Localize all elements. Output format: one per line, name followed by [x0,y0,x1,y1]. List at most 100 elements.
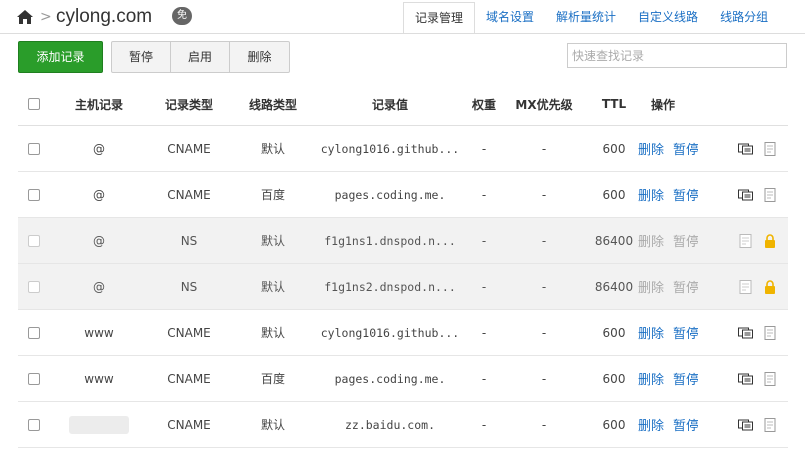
column-header-value: 记录值 [371,97,408,112]
line-cell: 默认 [260,234,285,248]
row-checkbox[interactable] [28,234,40,247]
row-delete-link[interactable]: 删除 [638,139,664,158]
host-cell: @ [93,187,105,202]
actions-cell: 删除 暂停 [638,402,698,447]
row-select-cell [18,402,50,447]
weight-cell: - [481,233,487,248]
note-icon[interactable] [762,325,778,340]
table-row: @ CNAME 百度 pages.coding.me. - - 600 删除 暂停 [18,172,788,218]
row-delete-link[interactable]: 删除 [638,323,664,342]
mx-cell: - [541,233,547,248]
row-pause-link[interactable]: 暂停 [673,185,698,204]
table-row: www CNAME 百度 pages.coding.me. - - 600 删除 暂停 [18,356,788,402]
tab-custom-lines[interactable]: 自定义线路 [627,2,709,34]
row-checkbox[interactable] [28,280,40,293]
row-checkbox[interactable] [28,418,40,431]
select-all-cell [18,83,50,125]
row-icons-cell [738,310,788,355]
actions-cell: 删除 暂停 [638,126,698,171]
free-badge: 免 [172,7,192,25]
ttl-cell: 600 [602,371,626,386]
value-cell: f1g1ns1.dnspod.n... [324,233,456,248]
column-header-mx: MX优先级 [515,97,573,112]
comment-icon[interactable] [738,372,754,386]
tab-divider [0,33,805,34]
comment-icon[interactable] [738,188,754,202]
comment-icon[interactable] [738,326,754,340]
table-header: 主机记录 记录类型 线路类型 记录值 权重 MX优先级 TTL 操作 [18,83,788,126]
type-cell: NS [180,233,198,248]
row-checkbox[interactable] [28,142,40,155]
row-delete-link[interactable]: 删除 [638,231,664,250]
tab-domain-settings[interactable]: 域名设置 [475,2,545,34]
tab-line-groups[interactable]: 线路分组 [709,2,779,34]
tab-query-statistics[interactable]: 解析量统计 [545,2,627,34]
row-pause-link[interactable]: 暂停 [673,139,698,158]
home-icon[interactable] [16,9,34,25]
value-cell: pages.coding.me. [334,187,446,202]
type-cell: NS [180,279,198,294]
row-checkbox[interactable] [28,188,40,201]
search-input[interactable] [567,43,787,68]
batch-action-group: 暂停 启用 删除 [111,41,290,73]
delete-button[interactable]: 删除 [230,42,289,72]
comment-icon[interactable] [738,418,754,432]
line-cell: 默认 [260,418,285,432]
note-icon[interactable] [762,417,778,432]
comment-icon[interactable] [738,142,754,156]
type-cell: CNAME [167,141,211,156]
table-row: @ CNAME 默认 cylong1016.github... - - 600 删除 暂停 [18,126,788,172]
column-header-host: 主机记录 [74,97,123,112]
row-checkbox[interactable] [28,326,40,339]
mx-cell: - [541,279,547,294]
row-pause-link[interactable]: 暂停 [673,323,698,342]
actions-cell: 删除 暂停 [638,264,698,309]
column-header-line: 线路类型 [248,97,297,112]
ttl-cell: 600 [602,187,626,202]
value-cell: pages.coding.me. [334,371,446,386]
row-icons-cell [738,402,788,447]
type-cell: CNAME [167,187,211,202]
select-all-checkbox[interactable] [28,98,40,110]
mx-cell: - [541,417,547,432]
row-icons-cell [738,172,788,217]
mx-cell: - [541,141,547,156]
line-cell: 百度 [260,372,285,386]
add-record-button[interactable]: 添加记录 [18,41,103,73]
note-icon[interactable] [762,187,778,202]
mx-cell: - [541,371,547,386]
row-checkbox[interactable] [28,372,40,385]
column-header-weight: 权重 [471,97,496,112]
row-icons-cell [738,126,788,171]
row-delete-link[interactable]: 删除 [638,415,664,434]
table-body: @ CNAME 默认 cylong1016.github... - -600 删除 暂停 @ CN… [18,126,788,448]
actions-cell: 删除 暂停 [638,172,698,217]
enable-button[interactable]: 启用 [171,42,230,72]
ttl-cell: 86400 [594,279,634,294]
type-cell: CNAME [167,325,211,340]
tab-record-management[interactable]: 记录管理 [403,2,476,34]
row-delete-link[interactable]: 删除 [638,369,664,388]
row-select-cell [18,264,50,309]
row-pause-link[interactable]: 暂停 [673,369,698,388]
row-select-cell [18,218,50,263]
row-pause-link[interactable]: 暂停 [673,277,698,296]
actions-cell: 删除 暂停 [638,218,698,263]
actions-cell: 删除 暂停 [638,310,698,355]
table-row: @ NS 默认 f1g1ns1.dnspod.n... - - 86400 删除 暂停 [18,218,788,264]
note-icon[interactable] [762,371,778,386]
weight-cell: - [481,371,487,386]
row-icons-cell [738,356,788,401]
note-icon[interactable] [762,141,778,156]
ttl-cell: 600 [602,417,626,432]
row-pause-link[interactable]: 暂停 [673,231,698,250]
note-icon[interactable] [738,279,754,294]
ttl-cell: 86400 [594,233,634,248]
note-icon[interactable] [738,233,754,248]
row-delete-link[interactable]: 删除 [638,185,664,204]
pause-button[interactable]: 暂停 [112,42,171,72]
type-cell: CNAME [167,417,211,432]
line-cell: 默认 [260,326,285,340]
row-pause-link[interactable]: 暂停 [673,415,698,434]
row-delete-link[interactable]: 删除 [638,277,664,296]
